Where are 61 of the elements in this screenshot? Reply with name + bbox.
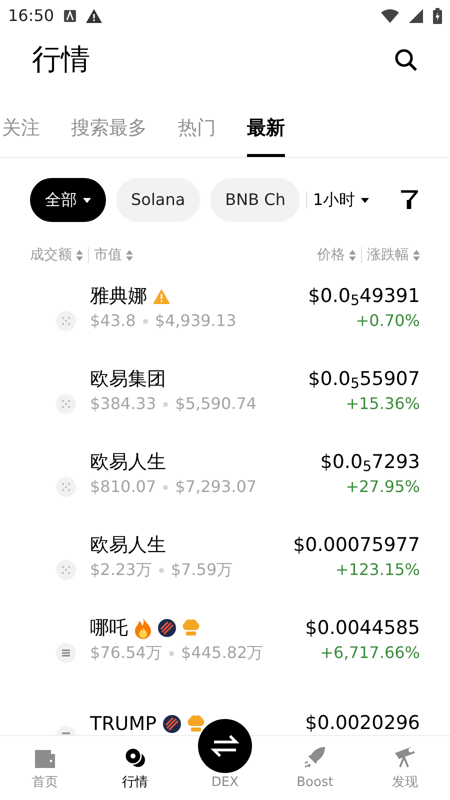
token-name[interactable]: 哪吒: [90, 616, 128, 640]
wifi-icon: [381, 9, 399, 23]
coins-icon: [124, 746, 146, 768]
sort-icon: [126, 250, 133, 260]
chef-hat-icon: [182, 619, 200, 637]
volume-text: $76.54万: [90, 642, 162, 664]
token-name[interactable]: 雅典娜: [90, 284, 147, 308]
caret-icon: [83, 198, 91, 202]
chain-icon: [56, 643, 76, 663]
volume-text: $2.23万: [90, 559, 152, 581]
chain-icon: [56, 311, 76, 331]
warning-icon: [86, 9, 102, 23]
signal-icon: [409, 9, 423, 23]
page-title: 行情: [32, 41, 90, 78]
market-cap-text: $445.82万: [180, 642, 264, 664]
price-text: $0.0044585: [305, 616, 420, 640]
chain-chip[interactable]: 全部: [30, 178, 106, 222]
status-time: 16:50: [8, 5, 54, 27]
price-text: $0.0$_{5}$49391: [308, 284, 420, 308]
price-text: $0.0020296: [305, 711, 420, 735]
volume-text: $43.8: [90, 310, 136, 332]
market-cap-text: $5,590.74: [175, 393, 257, 415]
chain-chip[interactable]: Solana: [116, 178, 200, 222]
sort-icon: [349, 250, 356, 260]
change-text: +27.95%: [346, 476, 420, 498]
change-text: +0.70%: [356, 310, 420, 332]
token-icon: [158, 619, 176, 637]
chef-hat-icon: [186, 714, 205, 732]
nav-tab[interactable]: 行情: [90, 736, 180, 800]
token-icon: [162, 714, 181, 732]
market-cap-text: $7.59万: [170, 559, 233, 581]
chain-icon: [56, 477, 76, 497]
warning-icon: [153, 288, 170, 304]
sort-icon: [413, 250, 420, 260]
rocket-icon: [303, 744, 327, 768]
notification-icon: [64, 10, 76, 22]
token-name[interactable]: 欧易人生: [90, 450, 166, 474]
caret-icon: [361, 198, 370, 202]
change-text: +15.36%: [346, 392, 420, 414]
price-text: $0.0$_{5}$7293: [320, 450, 420, 474]
volume-text: $810.07: [90, 476, 156, 498]
chain-icon: [56, 394, 76, 414]
market-cap-text: $4,939.13: [154, 310, 236, 332]
change-text: +123.15%: [335, 558, 420, 580]
volume-text: $384.33: [90, 393, 156, 415]
price-text: $0.0$_{5}$55907: [308, 366, 420, 392]
tab[interactable]: 最新: [247, 103, 285, 157]
token-name[interactable]: TRUMP: [90, 712, 157, 735]
fire-icon: [134, 617, 152, 639]
battery-icon: [433, 8, 442, 24]
timeframe-dropdown[interactable]: 1小时: [313, 188, 370, 212]
sort-icon: [76, 250, 83, 260]
price-text: $0.00075977: [293, 532, 420, 558]
token-name[interactable]: 欧易集团: [90, 367, 166, 391]
change-text: +6,717.66%: [320, 642, 420, 664]
chain-chip[interactable]: BNB Ch: [210, 178, 300, 222]
telescope-icon: [393, 744, 417, 768]
search-icon[interactable]: [394, 48, 418, 72]
chain-icon: [56, 560, 76, 580]
token-name[interactable]: 欧易人生: [90, 533, 166, 557]
market-cap-text: $7,293.07: [175, 476, 257, 498]
